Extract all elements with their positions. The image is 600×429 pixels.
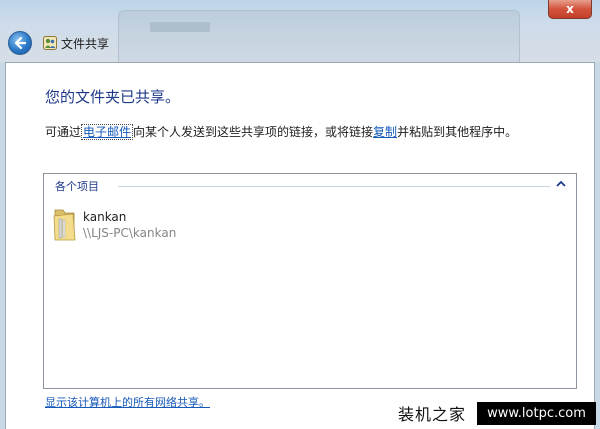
page-title: 您的文件夹已共享。 bbox=[45, 88, 181, 106]
email-link[interactable]: 电子邮件 bbox=[81, 124, 134, 140]
chevron-up-icon[interactable] bbox=[556, 180, 566, 188]
shared-items-list[interactable]: 各个项目 kankan \\LJS-PC\kankan bbox=[43, 173, 577, 389]
back-button[interactable] bbox=[8, 31, 32, 55]
description-prefix: 可通过 bbox=[45, 125, 82, 139]
group-divider bbox=[118, 186, 550, 187]
watermark-url: www.lotpc.com bbox=[477, 402, 596, 425]
copy-link[interactable]: 复制 bbox=[373, 125, 397, 139]
list-item[interactable]: kankan \\LJS-PC\kankan bbox=[52, 207, 292, 245]
share-wizard-icon bbox=[43, 36, 57, 50]
close-button[interactable]: x bbox=[548, 0, 592, 19]
window-title: 文件共享 bbox=[61, 37, 110, 51]
item-name: kankan bbox=[83, 210, 127, 224]
background-window-title bbox=[150, 22, 210, 32]
description-middle: 向某个人发送到这些共享项的链接，或将链接 bbox=[133, 125, 374, 139]
group-header[interactable]: 各个项目 bbox=[52, 178, 568, 194]
window-glass-frame bbox=[0, 0, 600, 63]
show-all-shares-link[interactable]: 显示该计算机上的所有网络共享。 bbox=[45, 394, 210, 410]
description-text: 可通过 电子邮件 向某个人发送到这些共享项的链接，或将链接复制并粘贴到其他程序中。 bbox=[45, 123, 517, 140]
watermark-text: 装机之家 bbox=[398, 405, 467, 424]
back-arrow-icon bbox=[14, 36, 27, 50]
group-label: 各个项目 bbox=[55, 180, 99, 193]
item-path: \\LJS-PC\kankan bbox=[83, 226, 177, 240]
background-window bbox=[118, 10, 520, 63]
description-suffix: 并粘贴到其他程序中。 bbox=[397, 125, 518, 139]
share-dialog: 您的文件夹已共享。 可通过 电子邮件 向某个人发送到这些共享项的链接，或将链接复制并… bbox=[5, 62, 596, 429]
folder-icon bbox=[53, 209, 76, 241]
